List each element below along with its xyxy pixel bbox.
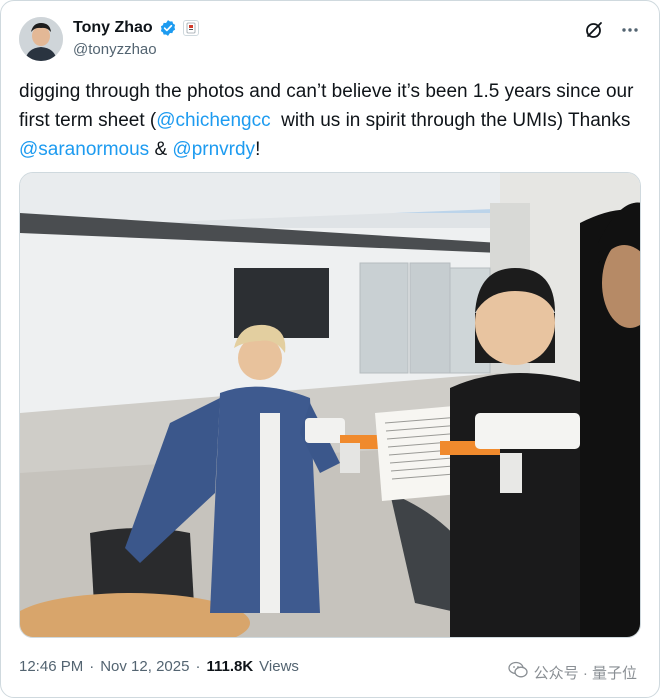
wechat-icon	[508, 661, 528, 683]
watermark: 公众号 · 量子位	[508, 661, 637, 683]
tweet-photo[interactable]	[19, 172, 641, 638]
grok-icon[interactable]	[583, 19, 605, 41]
text-segment: !	[255, 139, 261, 160]
mention-link[interactable]: @saranormous	[19, 139, 149, 160]
views-count: 111.8K	[206, 658, 254, 675]
mention-link[interactable]: @prnvrdy	[172, 139, 255, 160]
tweet-text: digging through the photos and can’t bel…	[19, 77, 649, 164]
avatar[interactable]	[19, 17, 63, 61]
meta-separator: ·	[195, 658, 201, 675]
mention-link[interactable]: @chichengcc	[156, 110, 270, 131]
watermark-text: 公众号 · 量子位	[533, 664, 637, 682]
author-name[interactable]: Tony Zhao	[73, 19, 153, 37]
more-icon[interactable]	[619, 19, 641, 41]
affiliate-badge-icon[interactable]	[182, 20, 199, 36]
author-handle[interactable]: @tonyzzhao	[73, 41, 157, 58]
tweet-meta: 12:46 PM · Nov 12, 2025 · 111.8K Views	[19, 658, 299, 675]
verified-badge-icon	[159, 19, 177, 37]
post-date[interactable]: Nov 12, 2025	[100, 658, 189, 675]
post-time[interactable]: 12:46 PM	[19, 658, 83, 675]
text-segment: &	[149, 139, 173, 160]
tweet-card: Tony Zhao @tonyzzhao digging through the…	[0, 0, 660, 698]
views-label: Views	[259, 658, 299, 675]
meta-separator: ·	[89, 658, 95, 675]
text-segment: with us in spirit through the UMIs) Than…	[270, 110, 636, 131]
